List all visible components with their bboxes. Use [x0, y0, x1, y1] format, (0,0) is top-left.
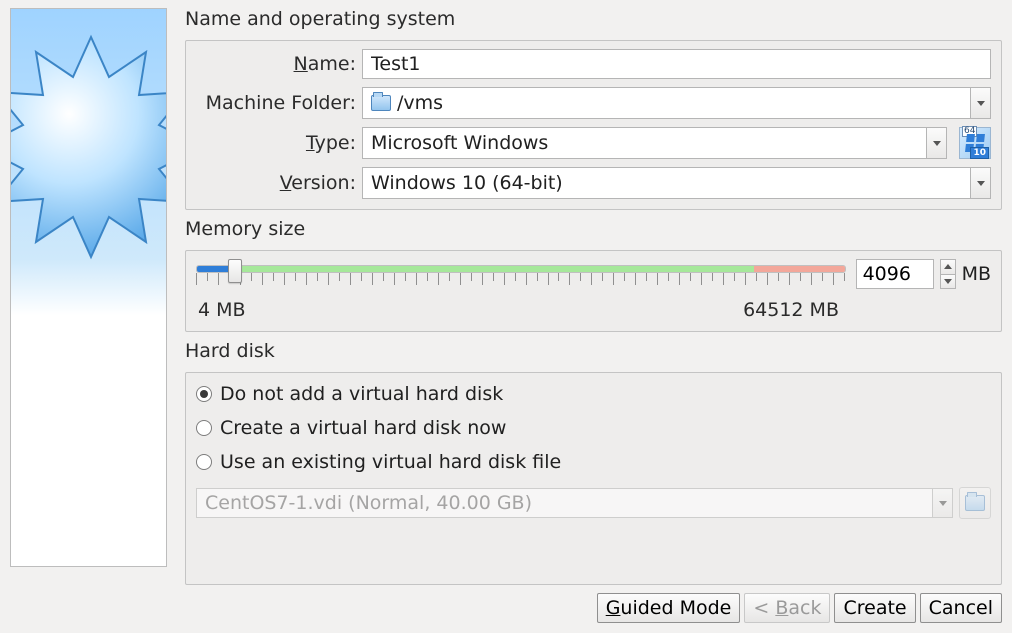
chevron-down-icon: [977, 101, 985, 106]
row-version: Version: Windows 10 (64-bit): [196, 167, 991, 199]
radio-hd-create-label: Create a virtual hard disk now: [220, 417, 506, 439]
type-combo[interactable]: Microsoft Windows: [362, 127, 947, 159]
machine-folder-value[interactable]: /vms: [362, 87, 971, 119]
radio-hd-none-label: Do not add a virtual hard disk: [220, 383, 503, 405]
machine-folder-combo[interactable]: /vms: [362, 87, 991, 119]
existing-disk-value: CentOS7-1.vdi (Normal, 40.00 GB): [196, 488, 933, 518]
label-machine-folder: Machine Folder:: [196, 92, 356, 114]
section-title-hard-disk: Hard disk: [185, 340, 1002, 362]
radio-icon: [196, 420, 212, 436]
section-title-name-os: Name and operating system: [185, 8, 1002, 30]
os-logo-icon: 10: [959, 127, 991, 159]
version-value[interactable]: Windows 10 (64-bit): [362, 167, 971, 199]
starburst-icon: [10, 17, 167, 317]
row-name: Name:: [196, 49, 991, 79]
cancel-button[interactable]: Cancel: [920, 593, 1002, 623]
radio-hd-none[interactable]: Do not add a virtual hard disk: [196, 381, 991, 407]
wizard-sidebar-art: [10, 8, 167, 567]
radio-icon: [196, 454, 212, 470]
label-type: Type:: [196, 132, 356, 154]
back-button: < Back: [744, 593, 830, 623]
version-combo[interactable]: Windows 10 (64-bit): [362, 167, 991, 199]
chevron-down-icon: [933, 141, 941, 146]
create-button[interactable]: Create: [834, 593, 915, 623]
memory-max-label: 64512 MB: [743, 299, 839, 321]
row-type: Type: Microsoft Windows 10: [196, 127, 991, 159]
group-memory: MB 4 MB 64512 MB: [185, 250, 1002, 332]
memory-input[interactable]: [856, 259, 934, 289]
memory-slider[interactable]: [196, 261, 846, 287]
chevron-down-icon: [939, 501, 947, 506]
machine-folder-dropdown-button[interactable]: [971, 87, 991, 119]
guided-mode-button[interactable]: Guided Mode: [597, 593, 741, 623]
group-name-os: Name: Machine Folder: /vms Type:: [185, 40, 1002, 210]
radio-icon: [196, 386, 212, 402]
machine-folder-text: /vms: [397, 92, 443, 114]
group-hard-disk: Do not add a virtual hard disk Create a …: [185, 372, 1002, 585]
memory-spin-down[interactable]: [940, 275, 956, 290]
type-dropdown-button[interactable]: [927, 127, 947, 159]
memory-spin-buttons: [940, 259, 956, 289]
memory-min-label: 4 MB: [198, 299, 246, 321]
chevron-up-icon: [944, 264, 952, 269]
choose-disk-file-button: [959, 487, 991, 519]
folder-icon: [965, 495, 985, 511]
memory-row: MB: [196, 259, 991, 289]
create-vm-dialog: Name and operating system Name: Machine …: [0, 0, 1012, 633]
label-name: Name:: [196, 53, 356, 75]
chevron-down-icon: [977, 181, 985, 186]
existing-disk-row: CentOS7-1.vdi (Normal, 40.00 GB): [196, 487, 991, 519]
existing-disk-text: CentOS7-1.vdi (Normal, 40.00 GB): [205, 492, 532, 514]
dialog-content: Name and operating system Name: Machine …: [185, 8, 1002, 585]
memory-slider-handle[interactable]: [228, 259, 242, 283]
label-version: Version:: [196, 172, 356, 194]
memory-unit: MB: [962, 263, 991, 285]
dialog-body: Name and operating system Name: Machine …: [10, 8, 1002, 585]
version-dropdown-button[interactable]: [971, 167, 991, 199]
chevron-down-icon: [944, 279, 952, 284]
row-machine-folder: Machine Folder: /vms: [196, 87, 991, 119]
radio-hd-create[interactable]: Create a virtual hard disk now: [196, 415, 991, 441]
existing-disk-combo: CentOS7-1.vdi (Normal, 40.00 GB): [196, 488, 953, 518]
existing-disk-dropdown-button: [933, 488, 953, 518]
memory-spin: MB: [856, 259, 991, 289]
version-text: Windows 10 (64-bit): [371, 172, 563, 194]
radio-hd-existing[interactable]: Use an existing virtual hard disk file: [196, 449, 991, 475]
type-value[interactable]: Microsoft Windows: [362, 127, 927, 159]
radio-hd-existing-label: Use an existing virtual hard disk file: [220, 451, 561, 473]
name-input[interactable]: [362, 49, 991, 79]
section-title-memory: Memory size: [185, 218, 1002, 240]
memory-range-labels: 4 MB 64512 MB: [196, 299, 991, 321]
dialog-footer: Guided Mode < Back Create Cancel: [10, 593, 1002, 623]
type-text: Microsoft Windows: [371, 132, 548, 154]
folder-icon: [371, 95, 391, 111]
memory-spin-up[interactable]: [940, 259, 956, 275]
